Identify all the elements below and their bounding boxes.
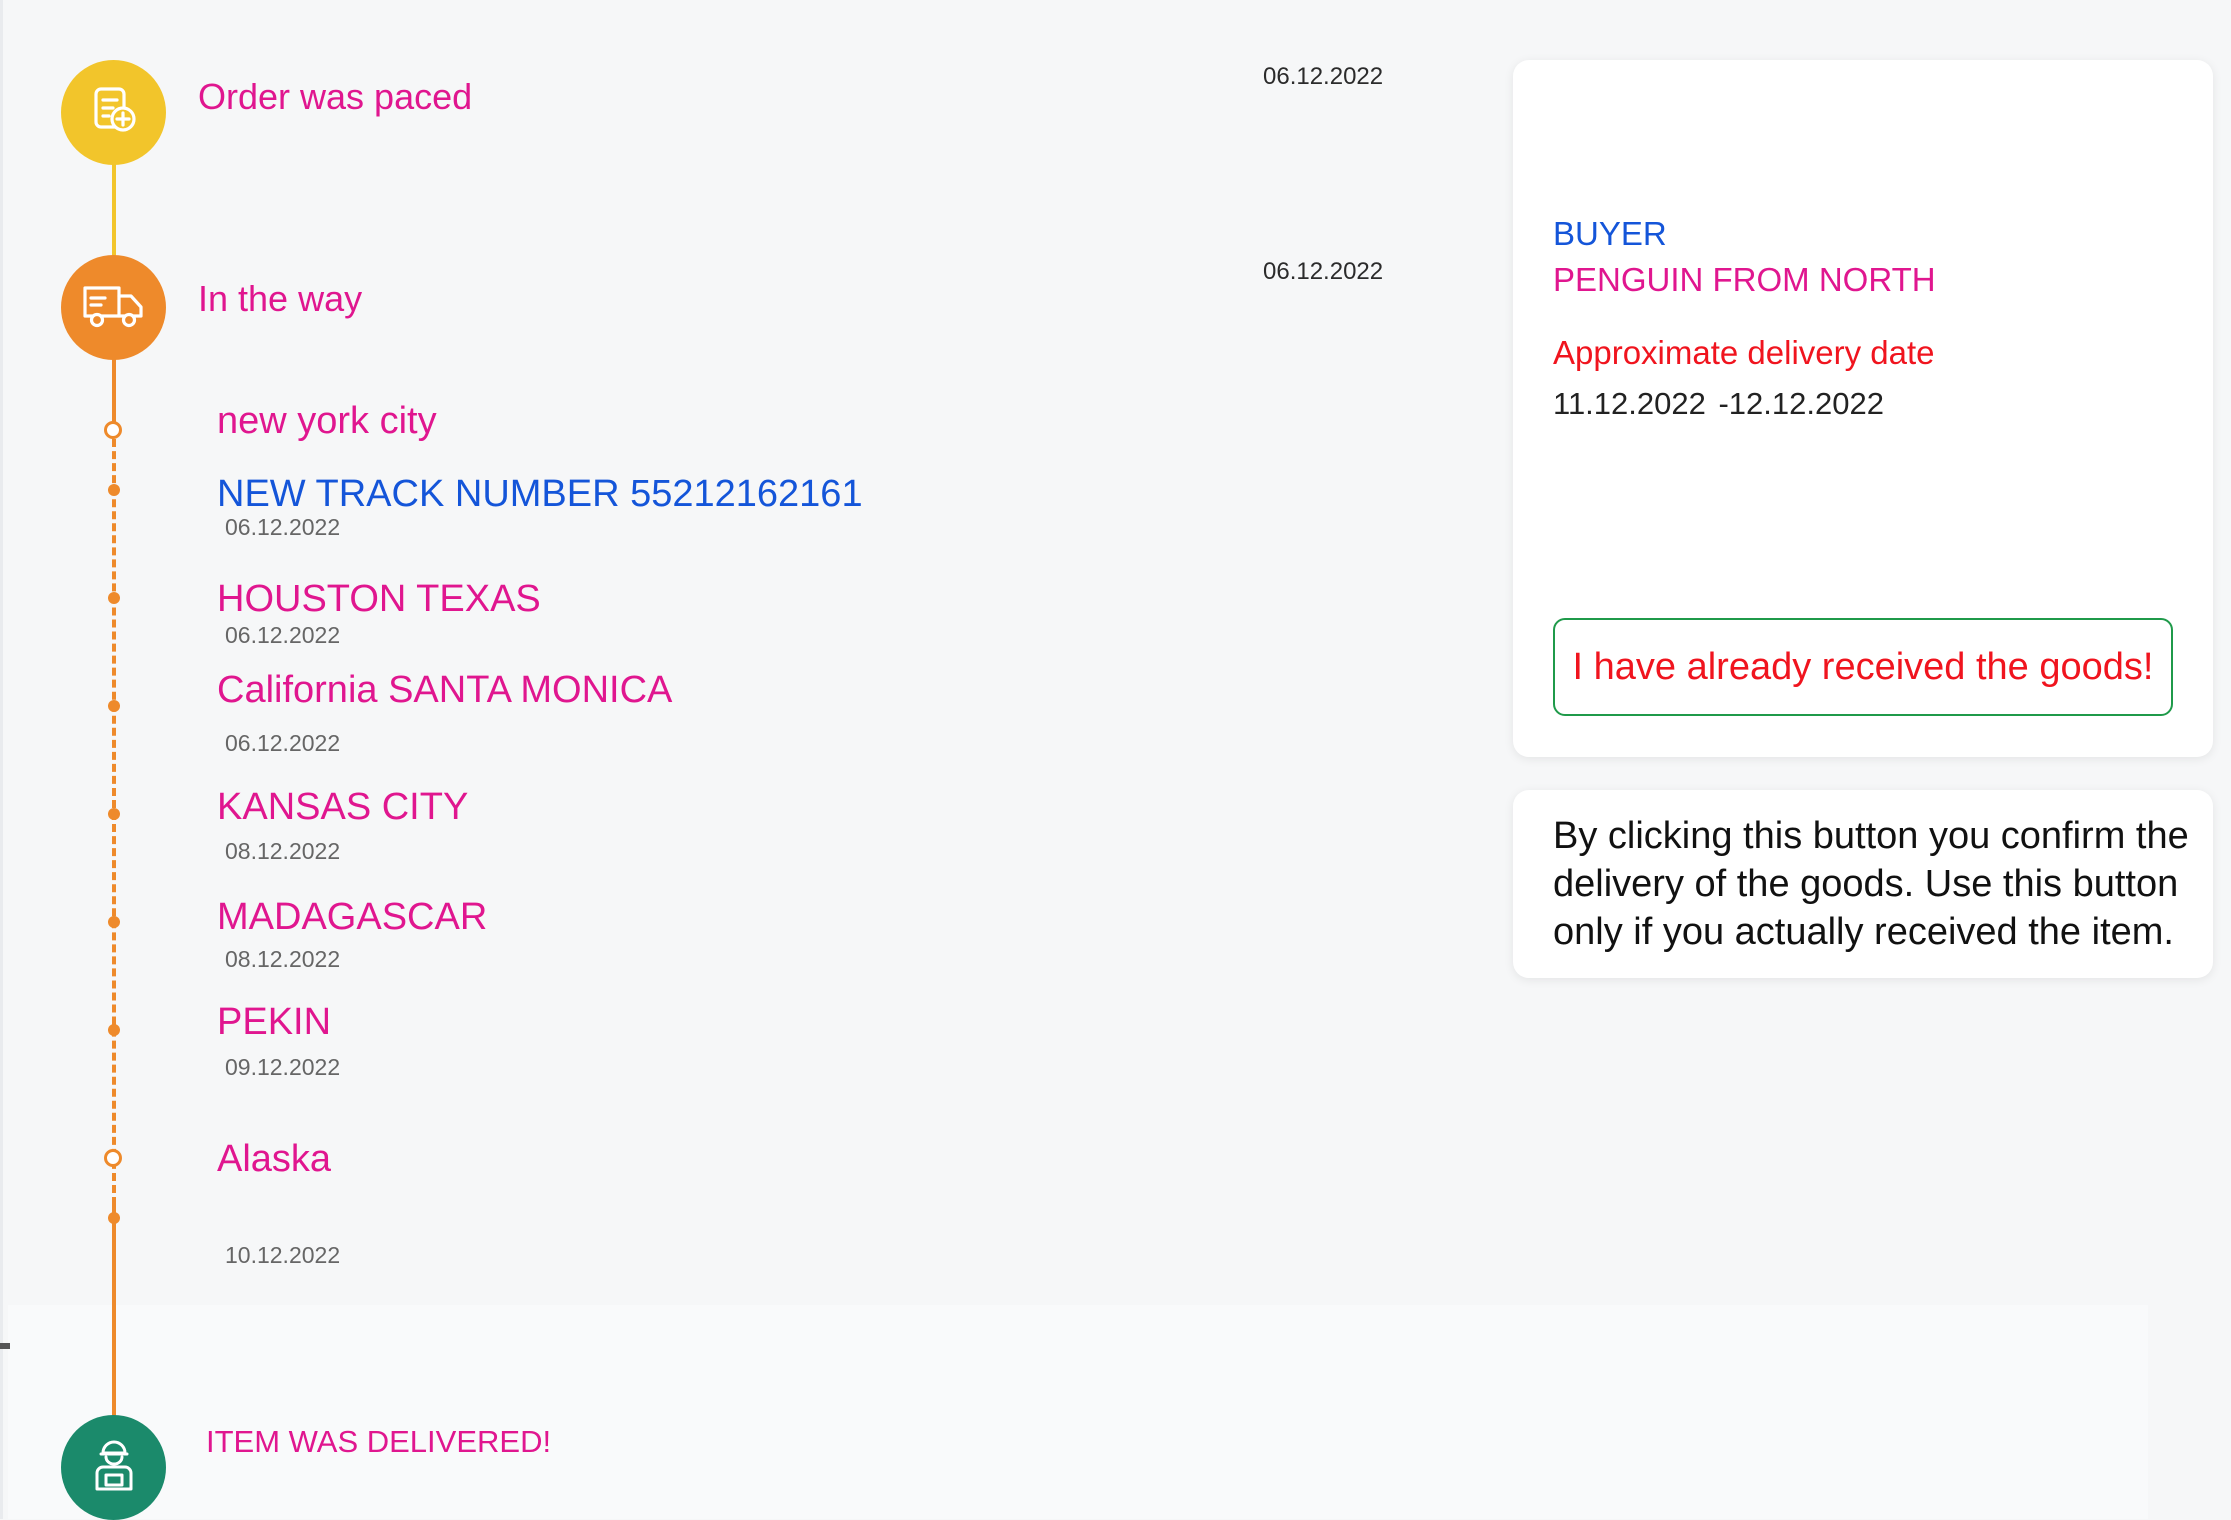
- timeline-dot-ring: [104, 1149, 122, 1167]
- tracking-date: 06.12.2022: [225, 514, 341, 540]
- timeline-dot: [108, 808, 120, 820]
- order-info-card: BUYER PENGUIN FROM NORTH Approximate del…: [1513, 60, 2213, 757]
- tracking-date: 09.12.2022: [225, 1054, 341, 1080]
- step-date-in-transit: 06.12.2022: [1263, 258, 1384, 285]
- tracking-date: 08.12.2022: [225, 946, 341, 972]
- timeline-connector-yellow: [112, 160, 116, 260]
- left-edge: [0, 0, 3, 1519]
- tracking-location: MADAGASCAR: [217, 896, 488, 938]
- approximate-delivery-range: 11.12.2022 -12.12.2022: [1553, 386, 1884, 421]
- tracking-track-number: NEW TRACK NUMBER 55212162161: [217, 473, 863, 515]
- timeline-dot: [108, 592, 120, 604]
- delivery-truck-icon: [81, 280, 147, 335]
- buyer-name: PENGUIN FROM NORTH: [1553, 261, 1936, 298]
- order-document-icon: [88, 84, 140, 141]
- courier-package-icon: [89, 1437, 139, 1498]
- edge-marker: [0, 1343, 10, 1349]
- timeline-dot: [108, 1024, 120, 1036]
- timeline-connector-orange-bottom: [112, 1205, 116, 1420]
- tracking-location: PEKIN: [217, 1001, 332, 1043]
- confirmation-note-card: By clicking this button you confirm the …: [1513, 790, 2213, 978]
- tracking-date: 06.12.2022: [225, 622, 341, 648]
- timeline-connector-orange: [112, 355, 116, 415]
- tracking-date: 08.12.2022: [225, 838, 341, 864]
- step-date-order: 06.12.2022: [1263, 63, 1384, 90]
- step-delivered-badge: [61, 1415, 166, 1520]
- confirmation-note-text: By clicking this button you confirm the …: [1553, 815, 2189, 953]
- timeline-dot: [108, 484, 120, 496]
- timeline-dot: [108, 916, 120, 928]
- confirm-received-button[interactable]: I have already received the goods!: [1553, 618, 2173, 716]
- approximate-delivery-label: Approximate delivery date: [1553, 334, 1935, 371]
- timeline-dot: [108, 700, 120, 712]
- tracking-location: HOUSTON TEXAS: [217, 578, 541, 620]
- tracking-location: new york city: [217, 400, 437, 442]
- buyer-label: BUYER: [1553, 215, 1667, 252]
- step-order-placed-badge: [61, 60, 166, 165]
- tracking-location: KANSAS CITY: [217, 786, 469, 828]
- step-title-delivered: ITEM WAS DELIVERED!: [206, 1424, 552, 1459]
- step-in-transit-badge: [61, 255, 166, 360]
- tracking-date: 10.12.2022: [225, 1242, 341, 1268]
- timeline-dot-ring: [104, 421, 122, 439]
- timeline-dot: [108, 1212, 120, 1224]
- step-title-in-transit: In the way: [198, 278, 363, 319]
- tracking-location: California SANTA MONICA: [217, 669, 673, 711]
- step-title-order: Order was paced: [198, 76, 473, 117]
- tracking-location: Alaska: [217, 1138, 332, 1180]
- lower-panel: [8, 1305, 2148, 1519]
- tracking-date: 06.12.2022: [225, 730, 341, 756]
